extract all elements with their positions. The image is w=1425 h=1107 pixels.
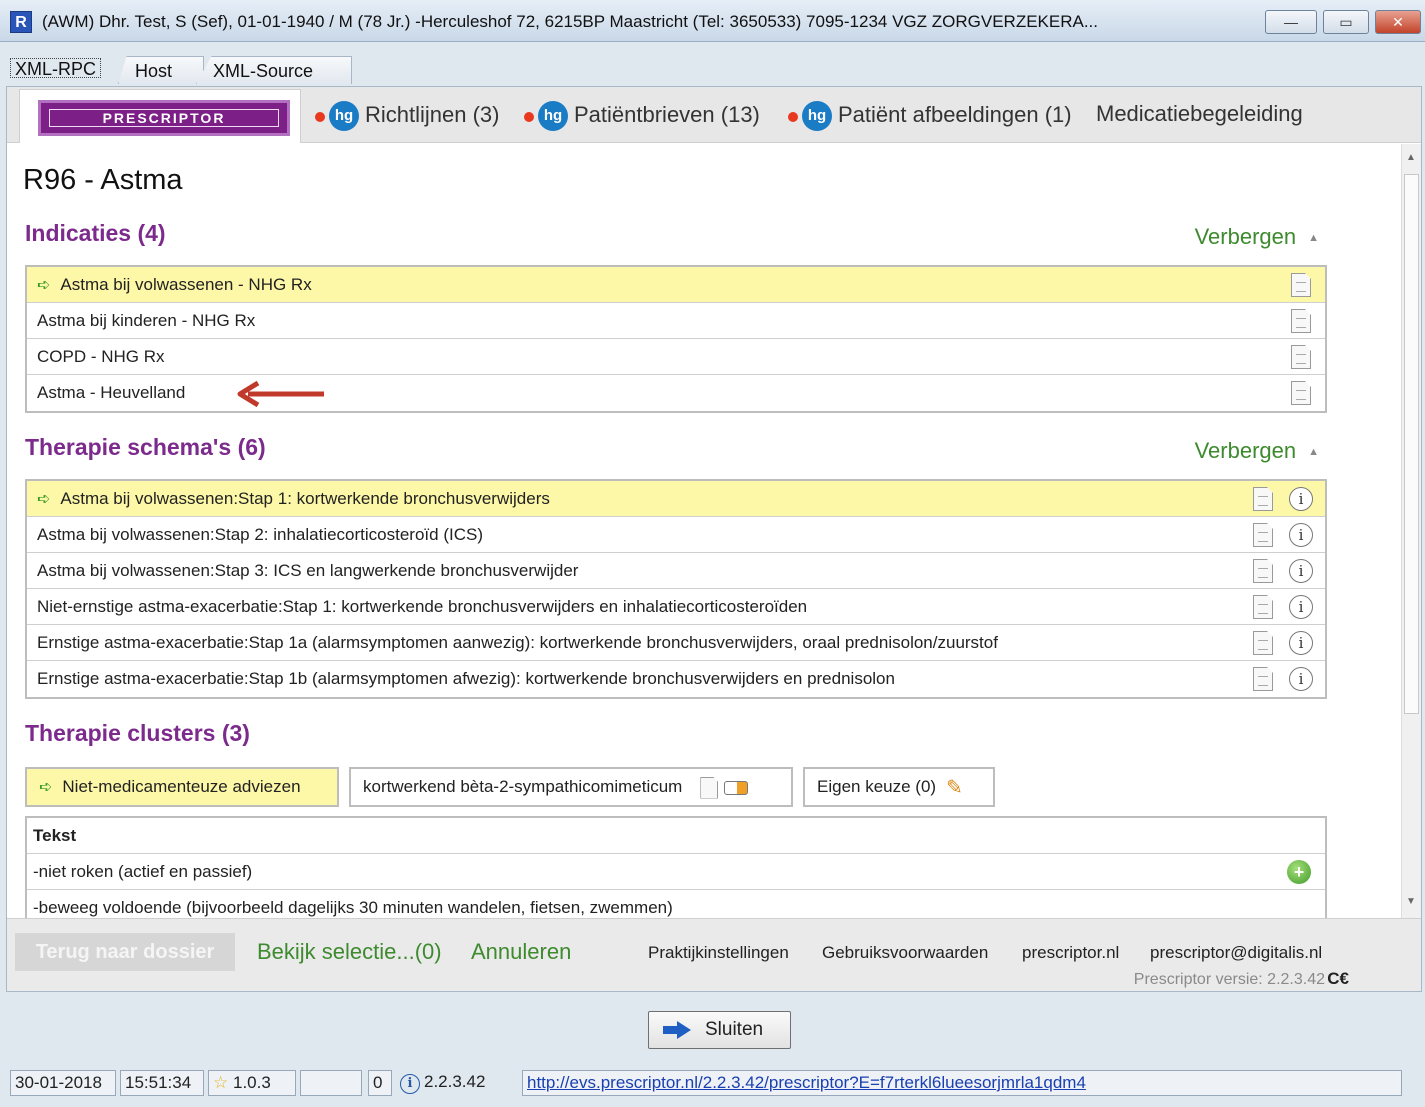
tab-medicatiebegeleiding[interactable]: Medicatiebegeleiding — [1096, 101, 1303, 133]
cluster-eigen-keuze-button[interactable]: Eigen keuze (0) ✎ — [803, 767, 995, 807]
list-item[interactable]: Ernstige astma-exacerbatie:Stap 1b (alar… — [27, 661, 1325, 697]
document-icon[interactable] — [1253, 523, 1273, 547]
info-icon[interactable]: i — [1289, 559, 1313, 583]
tab-patient-afbeeldingen[interactable]: hg Patiënt afbeeldingen (1) — [788, 101, 1072, 133]
tekst-column-header: Tekst — [27, 818, 1325, 854]
praktijkinstellingen-link[interactable]: Praktijkinstellingen — [648, 943, 789, 963]
back-to-dossier-button[interactable]: Terug naar dossier — [15, 933, 235, 971]
hide-therapie-schemas-link[interactable]: Verbergen ▲ — [1195, 438, 1319, 464]
prescriptor-app: PRESCRIPTOR hg Richtlijnen (3) hg Patiëntb… — [6, 86, 1422, 992]
document-icon[interactable] — [1253, 631, 1273, 655]
vertical-scrollbar[interactable]: ▲ ▼ — [1401, 144, 1421, 918]
tab-host[interactable]: Host — [118, 56, 204, 84]
title-bar: R (AWM) Dhr. Test, S (Sef), 01-01-1940 /… — [0, 0, 1425, 42]
info-icon: i — [400, 1074, 420, 1094]
status-count: 0 — [368, 1070, 392, 1096]
list-item[interactable]: Astma bij volwassenen:Stap 2: inhalatiec… — [27, 517, 1325, 553]
list-item[interactable]: Ernstige astma-exacerbatie:Stap 1a (alar… — [27, 625, 1325, 661]
red-annotation-arrow — [237, 380, 324, 408]
section-title-therapie-schemas: Therapie schema's (6) — [25, 434, 266, 460]
nhg-icon: hg — [524, 101, 568, 131]
list-item[interactable]: COPD - NHG Rx — [27, 339, 1325, 375]
therapie-schemas-list: ➪ Astma bij volwassenen:Stap 1: kortwerke… — [25, 479, 1327, 699]
list-item[interactable]: Astma bij kinderen - NHG Rx — [27, 303, 1325, 339]
window-title: (AWM) Dhr. Test, S (Sef), 01-01-1940 / M… — [42, 12, 1099, 31]
nhg-icon: hg — [788, 101, 832, 131]
scrollbar-thumb[interactable] — [1404, 174, 1419, 714]
version-label: Prescriptor versie: 2.2.3.42 — [1133, 971, 1325, 988]
list-item[interactable]: Niet-ernstige astma-exacerbatie:Stap 1: … — [27, 589, 1325, 625]
table-row[interactable]: -beweeg voldoende (bijvoorbeeld dagelijk… — [27, 890, 1325, 918]
star-icon: ☆ — [213, 1073, 229, 1092]
document-icon[interactable] — [1291, 381, 1311, 405]
minimize-button[interactable]: — — [1265, 10, 1317, 34]
prescriptor-logo: PRESCRIPTOR — [38, 100, 290, 136]
app-footer: Terug naar dossier Bekijk selectie...(0)… — [7, 918, 1421, 991]
close-window-button[interactable]: ✕ — [1375, 10, 1421, 34]
status-url[interactable]: http://evs.prescriptor.nl/2.2.3.42/presc… — [522, 1070, 1402, 1096]
status-date: 30-01-2018 — [10, 1070, 116, 1096]
status-time: 15:51:34 — [120, 1070, 204, 1096]
info-icon[interactable]: i — [1289, 523, 1313, 547]
prescriptor-email-link[interactable]: prescriptor@digitalis.nl — [1150, 943, 1322, 963]
prescriptor-website-link[interactable]: prescriptor.nl — [1022, 943, 1119, 963]
info-icon[interactable]: i — [1289, 631, 1313, 655]
document-icon[interactable] — [1253, 559, 1273, 583]
hide-indicaties-link[interactable]: Verbergen ▲ — [1195, 224, 1319, 250]
list-item[interactable]: Astma bij volwassenen:Stap 3: ICS en lan… — [27, 553, 1325, 589]
arrow-right-icon: ➪ — [39, 779, 53, 796]
indicaties-list: ➪ Astma bij volwassenen - NHG Rx Astma bi… — [25, 265, 1327, 413]
document-icon[interactable] — [1291, 309, 1311, 333]
info-icon[interactable]: i — [1289, 487, 1313, 511]
tab-prescriptor[interactable]: PRESCRIPTOR — [19, 89, 301, 143]
scroll-up-icon[interactable]: ▲ — [1406, 152, 1416, 163]
outer-tabs: XML-RPC Host XML-Source — [0, 52, 1425, 84]
tab-xml-source[interactable]: XML-Source — [196, 56, 352, 84]
info-icon[interactable]: i — [1289, 667, 1313, 691]
cluster-beta2-button[interactable]: kortwerkend bèta-2-sympathicomimeticum — [349, 767, 793, 807]
toggle-icon[interactable] — [724, 780, 749, 795]
list-item[interactable]: ➪ Astma bij volwassenen:Stap 1: kortwerke… — [27, 481, 1325, 517]
tab-patientbrieven[interactable]: hg Patiëntbrieven (13) — [524, 101, 760, 133]
table-row[interactable]: -niet roken (actief en passief) + — [27, 854, 1325, 890]
document-icon[interactable] — [1291, 345, 1311, 369]
section-title-therapie-clusters: Therapie clusters (3) — [25, 720, 250, 746]
maximize-button[interactable]: ▭ — [1323, 10, 1369, 34]
document-icon[interactable] — [1253, 595, 1273, 619]
scroll-down-icon[interactable]: ▼ — [1406, 896, 1416, 907]
app-tabs: PRESCRIPTOR hg Richtlijnen (3) hg Patiëntb… — [7, 87, 1421, 143]
tab-richtlijnen[interactable]: hg Richtlijnen (3) — [315, 101, 500, 133]
status-rating: ☆ 1.0.3 — [208, 1070, 296, 1096]
list-item[interactable]: Astma - Heuvelland — [27, 375, 1325, 411]
pencil-icon: ✎ — [946, 776, 963, 799]
tekst-table: Tekst -niet roken (actief en passief) + -… — [25, 816, 1327, 918]
document-icon[interactable] — [1253, 487, 1273, 511]
list-item[interactable]: ➪ Astma bij volwassenen - NHG Rx — [27, 267, 1325, 303]
view-selection-link[interactable]: Bekijk selectie...(0) — [257, 939, 442, 965]
page-title: R96 - Astma — [23, 164, 183, 196]
arrow-right-icon: ➪ — [37, 491, 51, 508]
info-icon[interactable]: i — [1289, 595, 1313, 619]
arrow-right-icon: ➪ — [37, 277, 51, 294]
document-icon[interactable] — [1253, 667, 1273, 691]
sluiten-button[interactable]: Sluiten — [648, 1011, 791, 1049]
ce-mark: C€ — [1327, 969, 1349, 988]
status-empty-field — [300, 1070, 362, 1096]
add-icon[interactable]: + — [1287, 860, 1311, 884]
section-title-indicaties: Indicaties (4) — [25, 220, 166, 246]
status-bar: 30-01-2018 15:51:34 ☆ 1.0.3 0 i 2.2.3.42 … — [0, 1066, 1425, 1102]
app-icon: R — [10, 11, 32, 33]
main-content: R96 - Astma Indicaties (4) Verbergen ▲ ➪ A… — [7, 144, 1399, 918]
gebruiksvoorwaarden-link[interactable]: Gebruiksvoorwaarden — [822, 943, 988, 963]
cluster-niet-medicamenteuze-button[interactable]: ➪ Niet-medicamenteuze adviezen — [25, 767, 339, 807]
status-version: i 2.2.3.42 — [396, 1070, 516, 1096]
document-icon[interactable] — [700, 776, 719, 799]
nhg-icon: hg — [315, 101, 359, 131]
caret-up-icon: ▲ — [1308, 232, 1319, 245]
tab-xml-rpc[interactable]: XML-RPC — [10, 58, 102, 79]
caret-up-icon: ▲ — [1308, 446, 1319, 459]
cancel-link[interactable]: Annuleren — [471, 939, 571, 965]
arrow-right-icon — [663, 1021, 691, 1039]
document-icon[interactable] — [1291, 273, 1311, 297]
